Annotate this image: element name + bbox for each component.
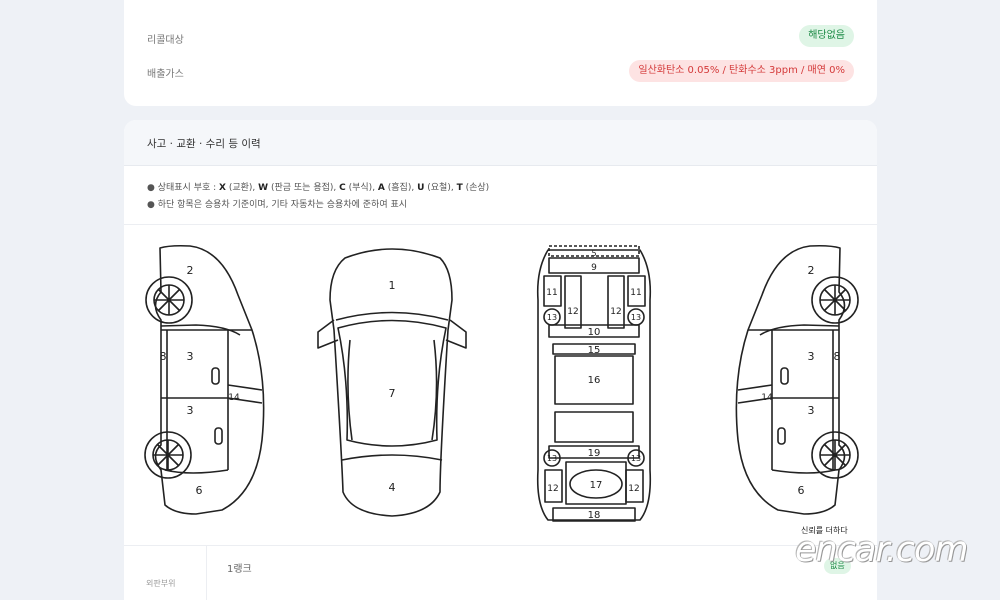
outer-panel-row: 외판부위 1랭크 [124, 545, 877, 600]
accident-history-card: 사고 · 교환 · 수리 등 이력 ● 상태표시 부호 : X (교환), W … [124, 120, 877, 600]
status-code-note: ● 상태표시 부호 : X (교환), W (판금 또는 용접), C (부식)… [147, 183, 490, 193]
encar-logo: encar.com [795, 530, 968, 570]
legend-notes: ● 상태표시 부호 : X (교환), W (판금 또는 용접), C (부식)… [147, 180, 489, 214]
rank-label: 1랭크 [227, 564, 252, 575]
row-divider [206, 546, 207, 600]
outer-panel-label: 외판부위 [146, 579, 176, 588]
emission-status-badge: 일산화탄소 0.05% / 탄화수소 3ppm / 매연 0% [629, 60, 854, 82]
section-title: 사고 · 교환 · 수리 등 이력 [124, 120, 877, 166]
section-divider [124, 224, 877, 225]
recall-status-badge: 해당없음 [799, 25, 854, 47]
vehicle-info-card: 리콜대상 해당없음 배출가스 일산화탄소 0.05% / 탄화수소 3ppm /… [124, 0, 877, 106]
recall-label: 리콜대상 [147, 35, 184, 46]
vehicle-standard-note: ● 하단 항목은 승용차 기준이며, 기타 자동차는 승용차에 준하여 표시 [147, 200, 408, 210]
emission-label: 배출가스 [147, 69, 184, 80]
